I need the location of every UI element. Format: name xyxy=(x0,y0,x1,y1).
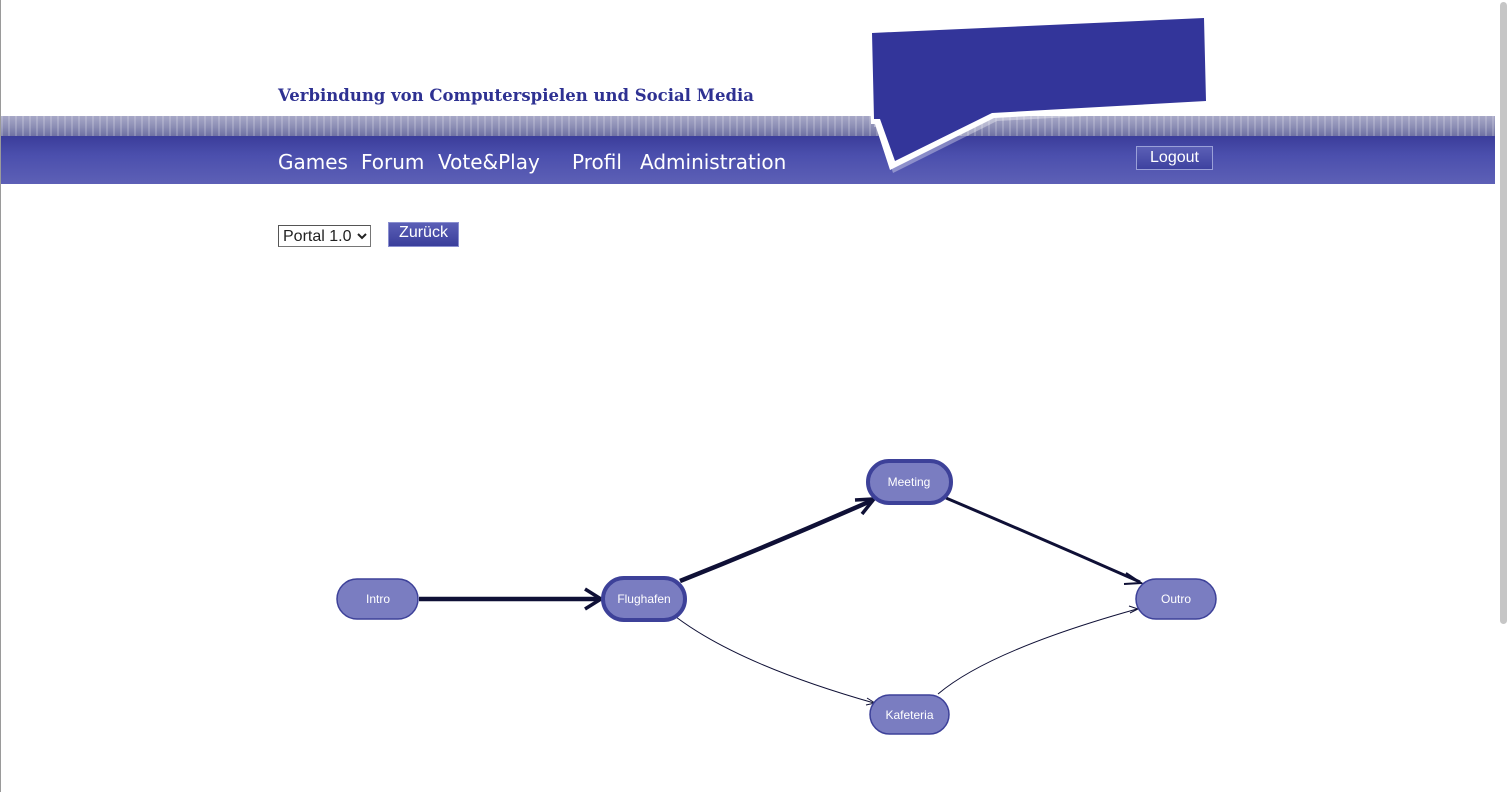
node-kafeteria[interactable]: Kafeteria xyxy=(869,694,950,735)
node-flughafen[interactable]: Flughafen xyxy=(601,576,687,622)
edge-meeting-outro xyxy=(945,496,1141,584)
node-outro[interactable]: Outro xyxy=(1135,578,1217,620)
node-label: Meeting xyxy=(888,475,931,489)
node-label: Intro xyxy=(366,592,390,606)
edge-kafeteria-outro xyxy=(937,608,1138,695)
node-label: Flughafen xyxy=(617,592,670,606)
node-meeting[interactable]: Meeting xyxy=(866,459,953,505)
edge-flughafen-meeting xyxy=(679,497,874,584)
scrollbar-thumb[interactable] xyxy=(1500,2,1507,624)
node-intro[interactable]: Intro xyxy=(336,578,419,620)
node-label: Outro xyxy=(1161,592,1191,606)
vertical-scrollbar[interactable] xyxy=(1495,0,1511,792)
story-flow-diagram: Intro Flughafen Meeting Kafeteria Outro xyxy=(336,459,1217,735)
node-label: Kafeteria xyxy=(885,708,933,722)
edge-flughafen-kafeteria xyxy=(675,616,875,704)
